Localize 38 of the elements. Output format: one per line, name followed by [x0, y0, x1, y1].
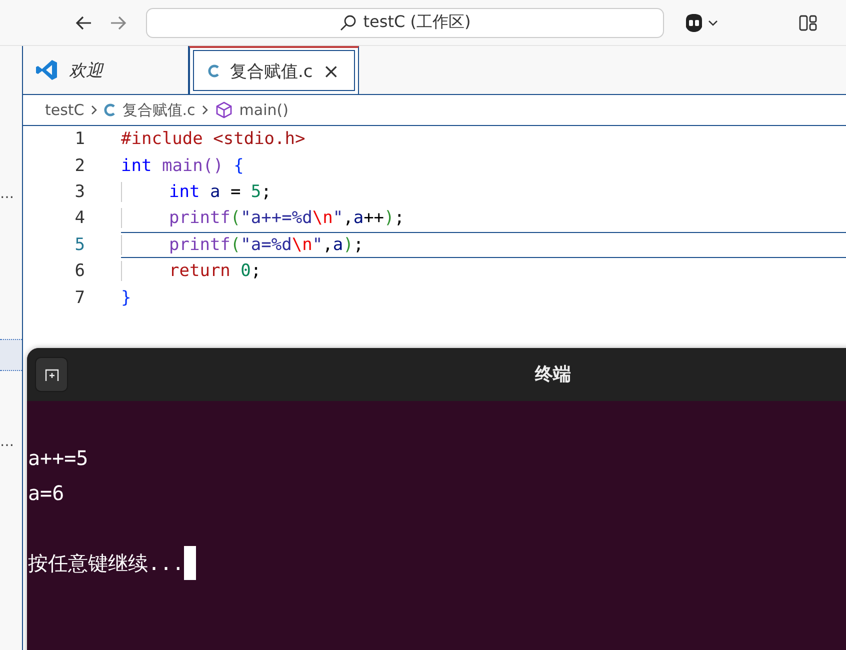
vscode-logo-icon: [35, 58, 59, 82]
code-text: }: [121, 288, 132, 308]
c-file-icon: [104, 103, 116, 117]
breadcrumb-item[interactable]: testC: [45, 101, 84, 119]
c-file-icon: [208, 64, 220, 78]
code-text: printf("a++=%d\n",a++);: [121, 208, 405, 228]
cube-icon: [215, 101, 234, 119]
line-number: 5: [74, 234, 85, 255]
line-number: 4: [74, 208, 85, 228]
breadcrumb-item[interactable]: main(): [215, 101, 288, 119]
selected-row-highlight: [0, 339, 22, 371]
search-icon: [339, 14, 358, 32]
code-text: int main() {: [121, 156, 244, 176]
line-number: 3: [74, 182, 85, 202]
editor-tab[interactable]: 复合赋值.c ×: [189, 46, 359, 95]
chevron-right-icon: [201, 104, 210, 116]
terminal-output: a=6: [28, 480, 66, 507]
close-tab-button[interactable]: ×: [322, 59, 340, 83]
chevron-down-icon[interactable]: [708, 18, 718, 26]
new-tab-button[interactable]: [35, 357, 68, 392]
code-text: int a = 5;: [121, 182, 272, 202]
new-tab-icon: [44, 366, 60, 382]
breadcrumb-item[interactable]: 复合赋值.c: [104, 100, 196, 120]
code-text: return 0;: [121, 261, 262, 282]
line-number: 7: [74, 288, 85, 308]
chevron-right-icon: [90, 104, 98, 116]
code-text: printf("a=%d\n",a);: [121, 234, 364, 255]
line-number: 6: [74, 261, 85, 282]
line-number: 1: [74, 129, 85, 150]
terminal-output: a++=5: [28, 445, 90, 472]
line-number: 2: [74, 156, 85, 176]
more-actions[interactable]: …: [0, 434, 14, 454]
more-actions[interactable]: …: [0, 186, 14, 206]
command-center-search[interactable]: testC (工作区): [146, 8, 664, 38]
terminal-prompt: 按任意键继续...: [28, 551, 184, 575]
window-title: 终端: [535, 363, 571, 386]
code-text: #include <stdio.h>: [121, 129, 306, 150]
layout-icon[interactable]: [798, 12, 818, 32]
